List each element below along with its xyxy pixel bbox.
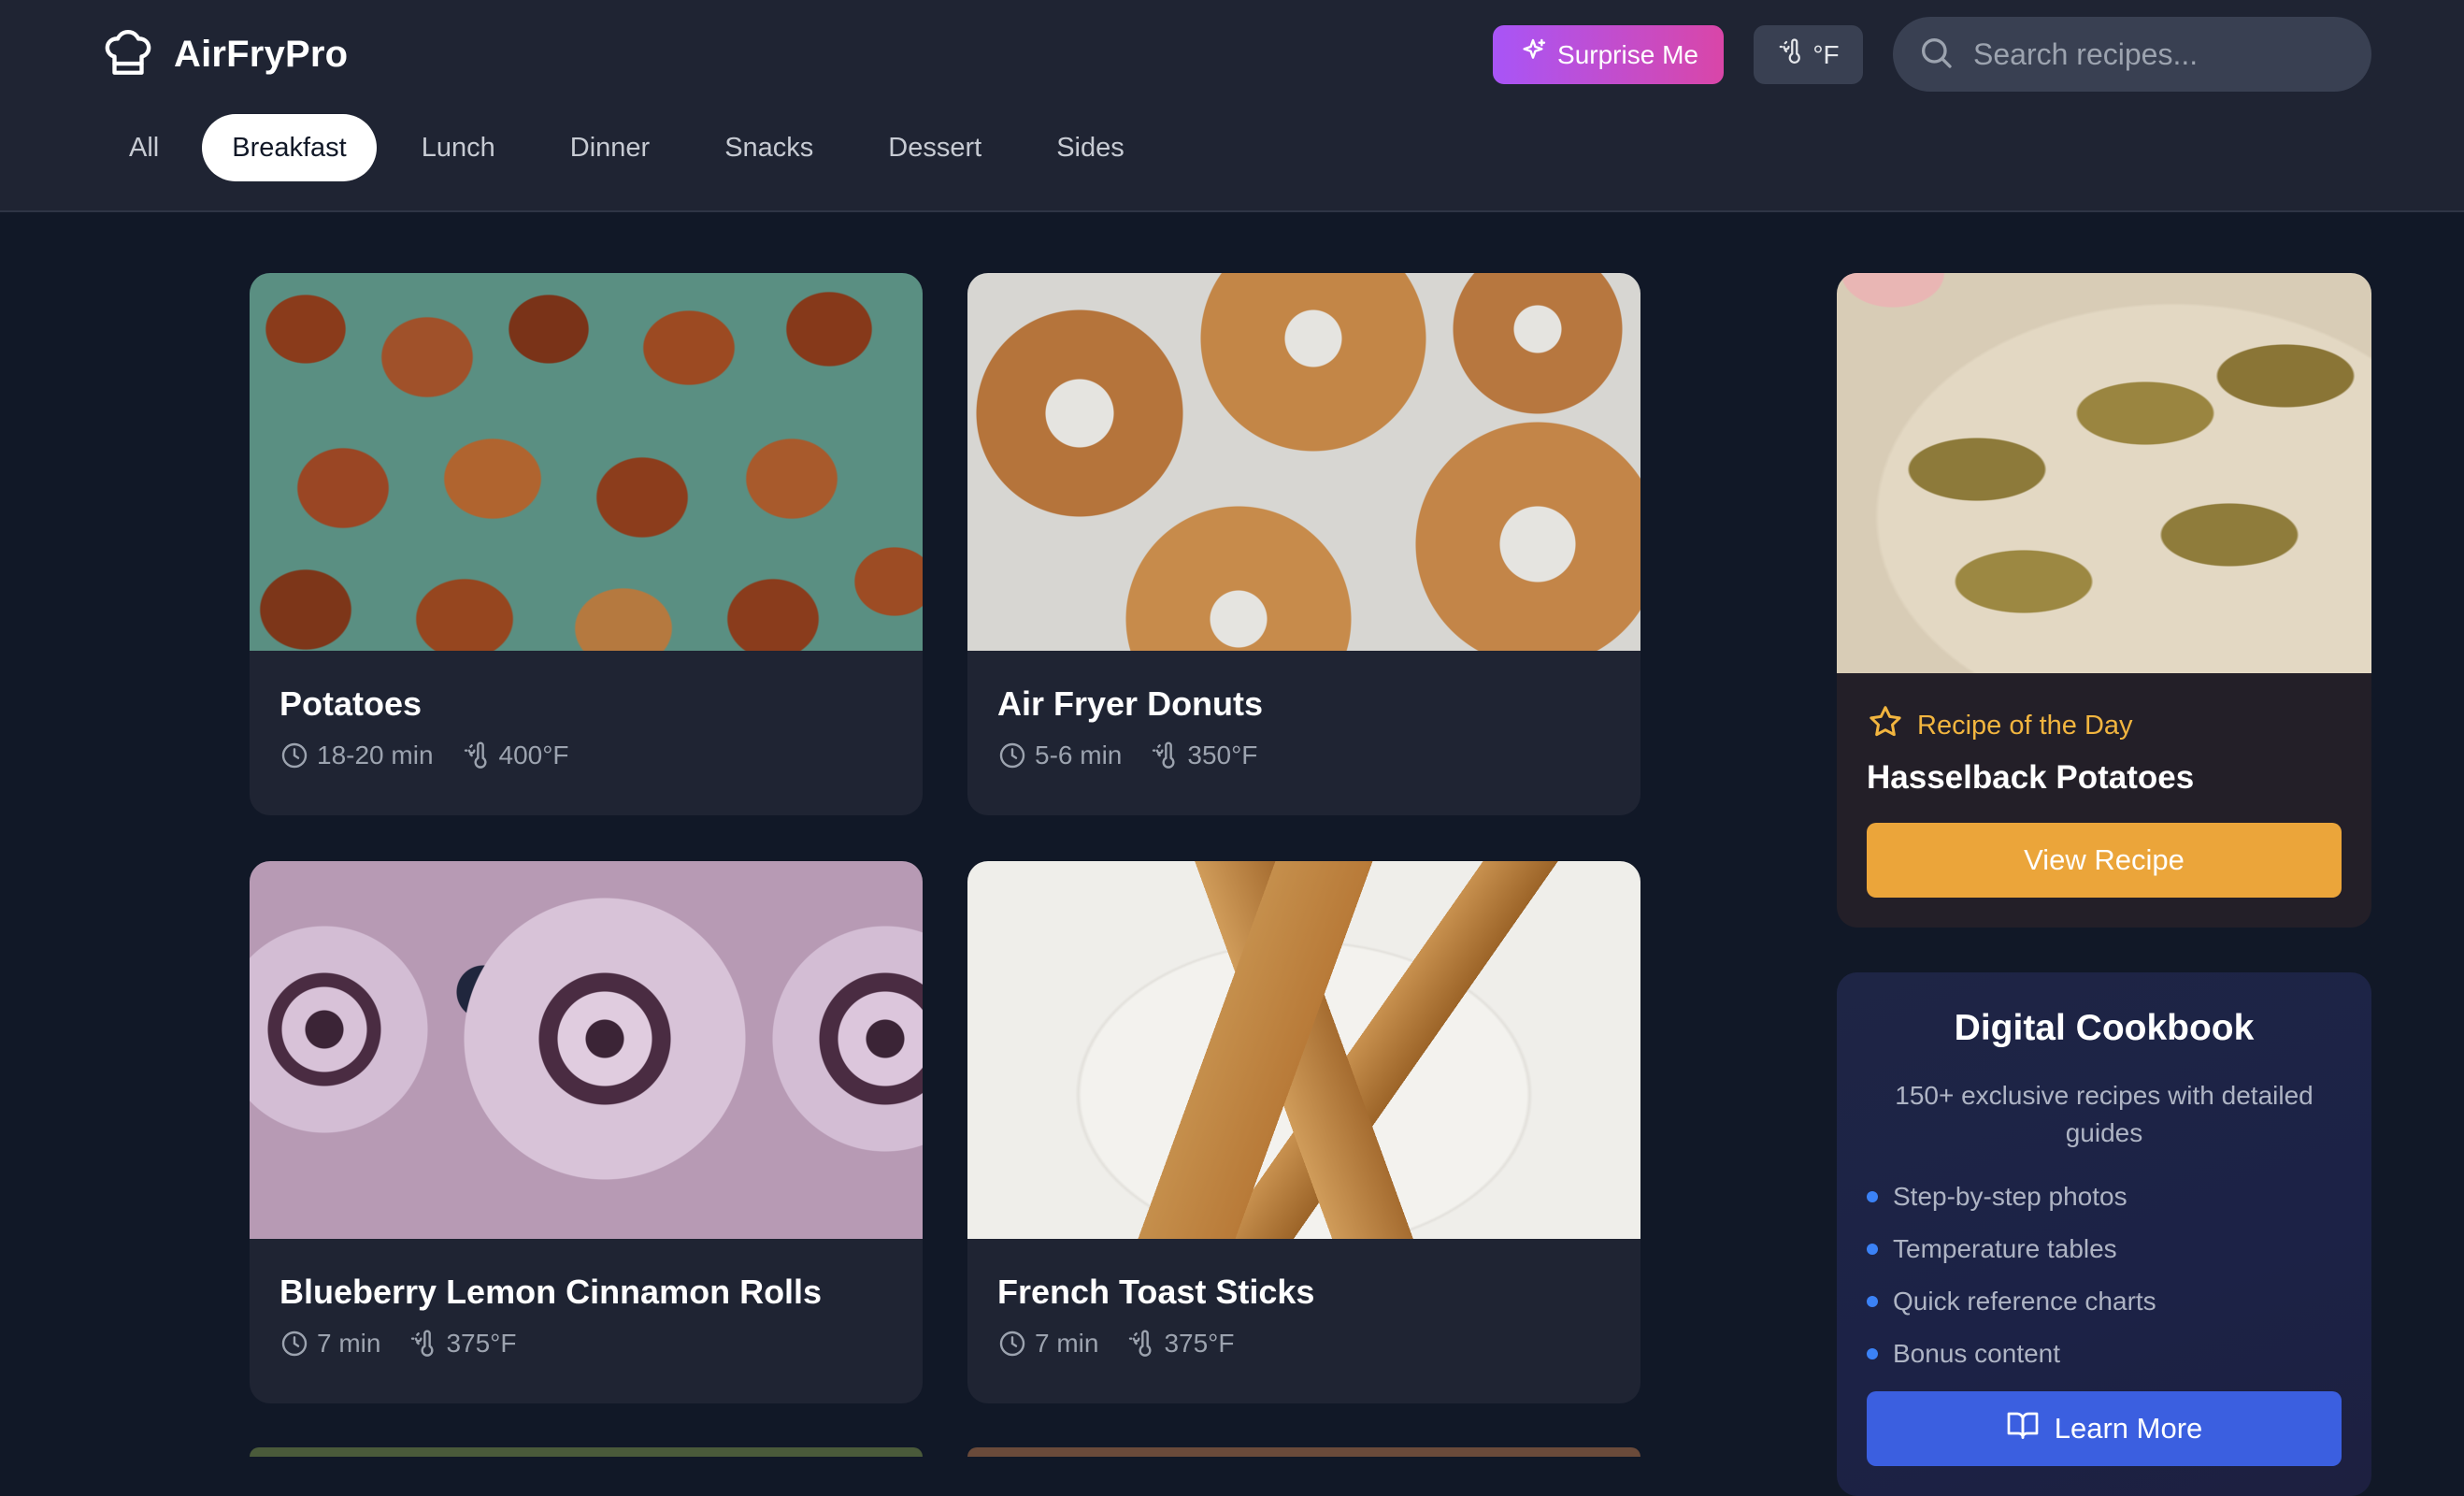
recipe-card[interactable]: Air Fryer Donuts 5-6 min 350°F <box>967 273 1640 815</box>
digital-cookbook-card: Digital Cookbook 150+ exclusive recipes … <box>1837 972 2371 1496</box>
category-tabs: All Breakfast Lunch Dinner Snacks Desser… <box>101 114 1169 181</box>
cook-time: 5-6 min <box>997 741 1122 770</box>
view-recipe-button[interactable]: View Recipe <box>1867 823 2342 898</box>
list-item: Bonus content <box>1867 1328 2156 1380</box>
recipe-title[interactable]: Potatoes <box>279 684 422 724</box>
recipe-of-the-day-image[interactable] <box>1837 273 2371 673</box>
recipe-card-partial[interactable] <box>967 1447 1640 1457</box>
list-item: Quick reference charts <box>1867 1275 2156 1328</box>
tab-lunch[interactable]: Lunch <box>392 114 525 181</box>
recipe-image[interactable] <box>967 861 1640 1239</box>
recipe-meta: 5-6 min 350°F <box>997 741 1285 770</box>
recipe-title[interactable]: Air Fryer Donuts <box>997 684 1263 724</box>
surprise-me-button[interactable]: Surprise Me <box>1493 25 1724 84</box>
cook-time: 7 min <box>997 1329 1098 1359</box>
recipe-card[interactable]: Potatoes 18-20 min 400°F <box>250 273 923 815</box>
recipe-meta: 7 min 375°F <box>279 1329 545 1359</box>
learn-more-button[interactable]: Learn More <box>1867 1391 2342 1466</box>
thermometer-icon <box>1777 37 1805 72</box>
bullet-icon <box>1867 1191 1878 1202</box>
cookbook-title: Digital Cookbook <box>1954 1008 2255 1048</box>
tab-dinner[interactable]: Dinner <box>540 114 680 181</box>
recipe-image[interactable] <box>250 861 923 1239</box>
clock-icon <box>999 742 1025 769</box>
clock-icon <box>281 1331 308 1357</box>
tab-breakfast[interactable]: Breakfast <box>202 114 377 181</box>
cook-time: 7 min <box>279 1329 380 1359</box>
bullet-icon <box>1867 1348 1878 1359</box>
cook-temp: 400°F <box>462 741 569 770</box>
learn-more-label: Learn More <box>2054 1412 2203 1445</box>
tab-dessert[interactable]: Dessert <box>858 114 1011 181</box>
recipe-of-the-day-label: Recipe of the Day <box>1867 703 2133 748</box>
clock-icon <box>281 742 308 769</box>
thermometer-icon <box>1153 741 1175 769</box>
thermometer-icon <box>464 741 487 769</box>
recipe-card-partial[interactable] <box>250 1447 923 1457</box>
cookbook-features: Step-by-step photos Temperature tables Q… <box>1867 1171 2156 1380</box>
cook-temp: 375°F <box>1126 1329 1235 1359</box>
app-logo[interactable]: AirFryPro <box>101 26 348 82</box>
unit-label: °F <box>1812 39 1840 69</box>
recipe-meta: 7 min 375°F <box>997 1329 1263 1359</box>
list-item: Temperature tables <box>1867 1223 2156 1275</box>
app-name: AirFryPro <box>174 33 349 75</box>
thermometer-icon <box>1129 1330 1152 1357</box>
cookbook-description: 150+ exclusive recipes with detailed gui… <box>1895 1081 2314 1147</box>
list-item: Step-by-step photos <box>1867 1171 2156 1223</box>
recipe-card[interactable]: Blueberry Lemon Cinnamon Rolls 7 min 375… <box>250 861 923 1403</box>
search-icon <box>1917 34 1955 76</box>
recipe-image[interactable] <box>250 273 923 651</box>
top-header: AirFryPro Surprise Me °F All Break <box>0 0 2464 212</box>
recipe-of-the-day-card: Recipe of the Day Hasselback Potatoes Vi… <box>1837 273 2371 928</box>
book-open-icon <box>2006 1408 2040 1449</box>
bullet-icon <box>1867 1296 1878 1307</box>
thermometer-icon <box>411 1330 434 1357</box>
tab-all[interactable]: All <box>101 114 187 181</box>
cook-time: 18-20 min <box>279 741 434 770</box>
cook-temp: 375°F <box>408 1329 517 1359</box>
recipe-card[interactable]: French Toast Sticks 7 min 375°F <box>967 861 1640 1403</box>
surprise-me-label: Surprise Me <box>1557 39 1698 69</box>
chef-hat-icon <box>101 25 155 84</box>
recipe-of-the-day-title: Hasselback Potatoes <box>1867 759 2195 796</box>
recipe-title[interactable]: French Toast Sticks <box>997 1273 1314 1312</box>
search-bar[interactable] <box>1893 17 2371 92</box>
search-input[interactable] <box>1973 36 2347 72</box>
recipe-meta: 18-20 min 400°F <box>279 741 597 770</box>
temperature-unit-toggle[interactable]: °F <box>1754 25 1863 84</box>
cook-temp: 350°F <box>1150 741 1257 770</box>
recipe-title[interactable]: Blueberry Lemon Cinnamon Rolls <box>279 1273 822 1312</box>
recipe-image[interactable] <box>967 273 1640 651</box>
bullet-icon <box>1867 1244 1878 1255</box>
star-icon <box>1867 703 1904 748</box>
sparkles-icon <box>1518 36 1548 73</box>
tab-sides[interactable]: Sides <box>1026 114 1154 181</box>
tab-snacks[interactable]: Snacks <box>695 114 843 181</box>
clock-icon <box>999 1331 1025 1357</box>
